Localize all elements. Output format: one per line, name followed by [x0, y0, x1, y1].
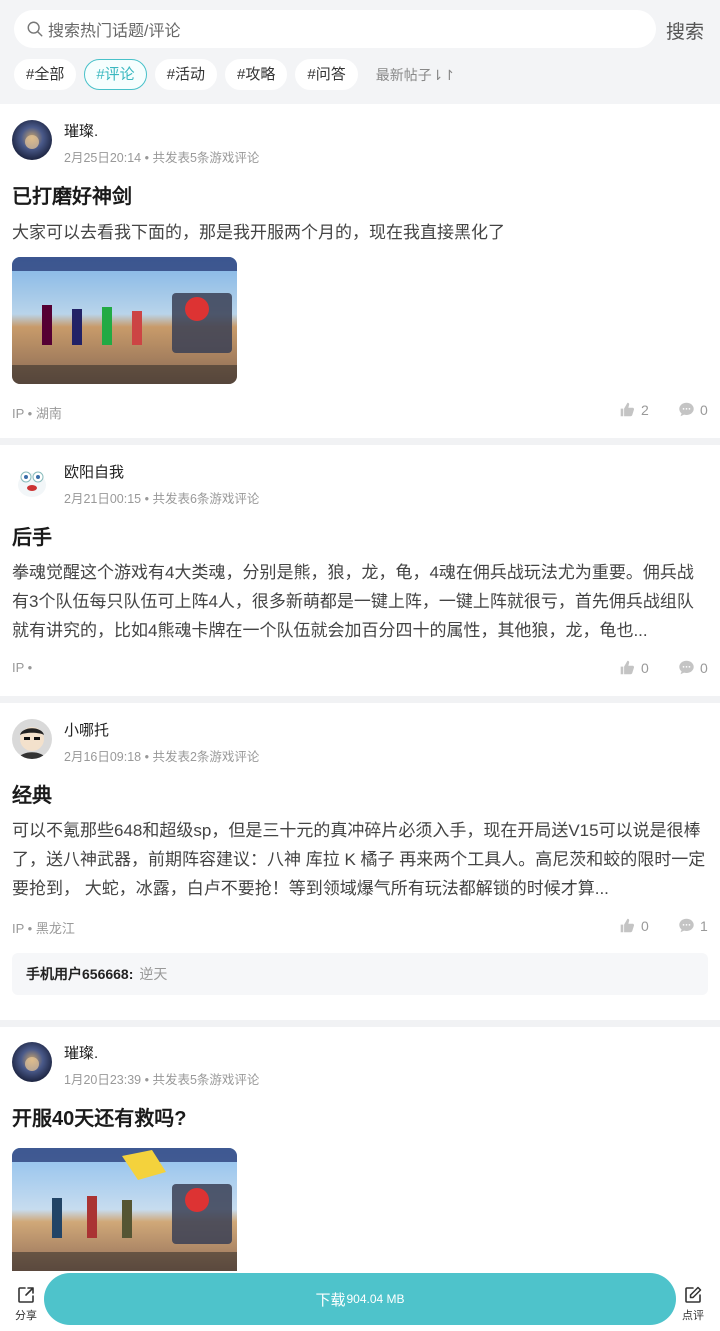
tab-all[interactable]: #全部: [14, 59, 77, 90]
post-card[interactable]: 小哪托 2月16日09:18 • 共发表2条游戏评论 经典 可以不氪那些648和…: [0, 703, 720, 1020]
top-header: 搜索热门话题/评论 搜索 #全部 #评论 #活动 #攻略 #问答 最新帖子⇂↾: [0, 0, 720, 104]
divider: [0, 438, 720, 445]
comment-icon: [679, 918, 694, 933]
download-size: 904.04 MB: [346, 1292, 405, 1306]
sort-dropdown[interactable]: 最新帖子⇂↾: [376, 65, 455, 85]
comment-icon: [679, 402, 694, 417]
tab-review[interactable]: #评论: [84, 59, 147, 90]
post-meta: 2月25日20:14 • 共发表5条游戏评论: [64, 151, 260, 165]
thumbs-up-icon: [620, 660, 635, 675]
post-body: 拳魂觉醒这个游戏有4大类魂，分别是熊，狼，龙，龟，4魂在佣兵战玩法尤为重要。佣兵…: [12, 563, 694, 640]
ip-location: IP • 黑龙江: [12, 921, 75, 936]
tab-qa[interactable]: #问答: [295, 59, 358, 90]
avatar[interactable]: [12, 120, 52, 160]
username[interactable]: 璀璨.: [64, 1042, 98, 1063]
post-body: 大家可以去看我下面的，那是我开服两个月的，现在我直接黑化了: [12, 223, 505, 242]
tab-guide[interactable]: #攻略: [225, 59, 288, 90]
search-placeholder: 搜索热门话题/评论: [48, 23, 181, 40]
post-card[interactable]: 璀璨. 2月25日20:14 • 共发表5条游戏评论 已打磨好神剑 大家可以去看…: [0, 104, 720, 438]
reply-text: 逆天: [139, 966, 168, 982]
tab-activity[interactable]: #活动: [154, 59, 218, 90]
ip-location: IP • 湖南: [12, 406, 62, 421]
post-title: 经典: [12, 785, 52, 807]
comment-icon: [679, 660, 694, 675]
like-count: 0: [641, 659, 649, 676]
divider: [0, 1020, 720, 1027]
post-image[interactable]: [12, 1148, 237, 1271]
share-icon: [18, 1287, 34, 1303]
avatar[interactable]: [12, 1042, 52, 1082]
post-title: 已打磨好神剑: [12, 186, 132, 208]
post-meta: 2月21日00:15 • 共发表6条游戏评论: [64, 492, 260, 506]
post-card[interactable]: 欧阳自我 2月21日00:15 • 共发表6条游戏评论 后手 拳魂觉醒这个游戏有…: [0, 445, 720, 696]
tag-tabs: #全部 #评论 #活动 #攻略 #问答 最新帖子⇂↾: [14, 59, 455, 90]
search-icon: [27, 21, 43, 37]
search-input[interactable]: 搜索热门话题/评论: [14, 10, 656, 48]
like-button[interactable]: 2: [619, 401, 649, 418]
avatar[interactable]: [12, 461, 52, 501]
divider: [0, 696, 720, 703]
post-body: 可以不氪那些648和超级sp，但是三十元的真冲碎片必须入手，现在开局送V15可以…: [12, 821, 706, 898]
comment-button[interactable]: 0: [678, 401, 708, 418]
post-card[interactable]: 璀璨. 1月20日23:39 • 共发表5条游戏评论 开服40天还有救吗?: [0, 1027, 720, 1271]
share-button[interactable]: 分享: [11, 1285, 41, 1323]
post-meta: 1月20日23:39 • 共发表5条游戏评论: [64, 1073, 260, 1087]
post-title: 后手: [12, 527, 52, 549]
username[interactable]: 欧阳自我: [64, 461, 124, 482]
reply-preview[interactable]: 手机用户656668: 逆天: [12, 953, 708, 995]
ip-location: IP •: [12, 660, 33, 675]
like-count: 2: [641, 401, 649, 418]
review-button[interactable]: 点评: [678, 1285, 708, 1323]
avatar[interactable]: [12, 719, 52, 759]
like-count: 0: [641, 917, 649, 934]
download-button[interactable]: 下载 904.04 MB: [44, 1273, 676, 1325]
search-button[interactable]: 搜索: [666, 17, 704, 44]
comment-button[interactable]: 0: [678, 659, 708, 676]
download-label: 下载: [315, 1291, 346, 1309]
post-meta: 2月16日09:18 • 共发表2条游戏评论: [64, 750, 260, 764]
post-title: 开服40天还有救吗?: [12, 1108, 187, 1130]
reply-username: 手机用户656668:: [26, 966, 134, 982]
comment-count: 0: [700, 401, 708, 418]
post-image[interactable]: [12, 257, 237, 384]
share-label: 分享: [15, 1310, 37, 1322]
edit-icon: [685, 1286, 702, 1303]
username[interactable]: 小哪托: [64, 719, 109, 740]
comment-count: 1: [700, 917, 708, 934]
comment-button[interactable]: 1: [678, 917, 708, 934]
username[interactable]: 璀璨.: [64, 120, 98, 141]
thumbs-up-icon: [620, 402, 635, 417]
comment-count: 0: [700, 659, 708, 676]
review-label: 点评: [682, 1310, 704, 1322]
bottom-action-bar: 分享 下载 904.04 MB 点评: [0, 1271, 720, 1331]
like-button[interactable]: 0: [619, 659, 649, 676]
like-button[interactable]: 0: [619, 917, 649, 934]
thumbs-up-icon: [620, 918, 635, 933]
